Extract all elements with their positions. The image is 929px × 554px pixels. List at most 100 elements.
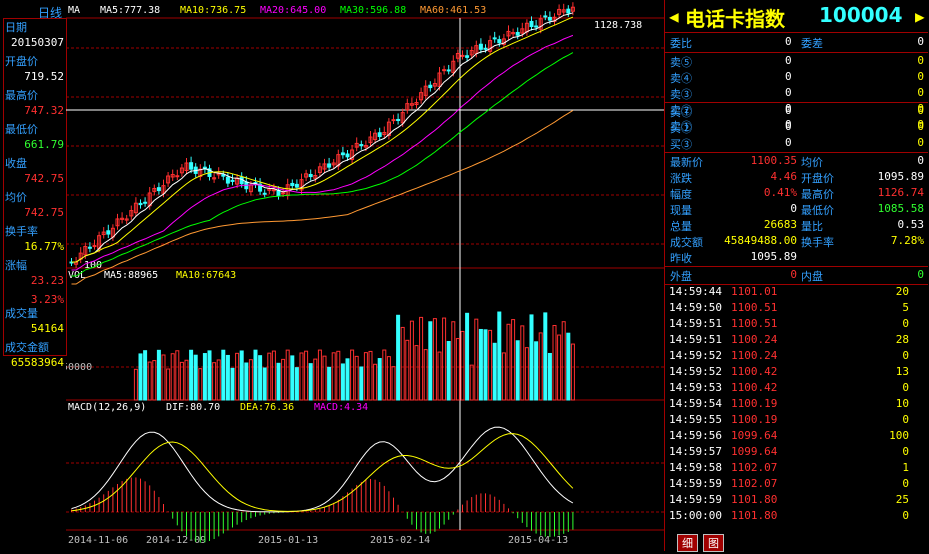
bid-row[interactable]: 买② 0 0 (665, 120, 928, 136)
ask-row[interactable]: 卖④ 0 0 (665, 70, 928, 86)
ask-row[interactable]: 卖③ 0 0 (665, 86, 928, 102)
prev-stock-arrow[interactable]: ◀ (669, 7, 679, 26)
candle (294, 183, 299, 188)
candle (345, 153, 350, 158)
tick-vol: 28 (895, 333, 909, 346)
bid-vol: 0 (917, 120, 924, 133)
volume-bar (506, 323, 511, 401)
volume-bar (156, 349, 161, 401)
stock-code: 100004 (819, 3, 903, 27)
volume-bar (437, 351, 442, 401)
tick-row[interactable]: 14:59:52 1100.24 0 (665, 349, 928, 365)
volume-bar (382, 349, 387, 401)
tick-vol: 0 (902, 509, 909, 522)
volume-bar (377, 358, 382, 401)
tick-vol: 1 (902, 461, 909, 474)
stat-label-2: 开盘价 (801, 172, 834, 185)
tick-vol: 0 (902, 477, 909, 490)
volume-bar (290, 355, 295, 401)
x-axis-label: 2015-02-14 (370, 535, 430, 546)
volume-bar (271, 350, 276, 401)
volume-bar (515, 340, 520, 401)
volume-bar (524, 347, 529, 401)
volume-bar (474, 318, 479, 401)
tick-row[interactable]: 14:59:50 1100.51 5 (665, 301, 928, 317)
quote-panel: ◀ 电话卡指数 100004 ▶ 委比 0 委差 0 卖⑤ 0 0 卖④ 0 0 卖③ 0 0 卖② 0 0 卖… (664, 0, 929, 552)
volume-bar (267, 352, 272, 401)
volume-bar (336, 350, 341, 401)
tick-vol: 0 (902, 349, 909, 362)
tick-row[interactable]: 14:59:57 1099.64 0 (665, 445, 928, 461)
volume-bar (175, 350, 180, 401)
ma10-line (71, 16, 574, 263)
candle (566, 8, 571, 14)
stock-name: 电话卡指数 (685, 7, 785, 31)
candle (138, 202, 143, 206)
volume-bar (212, 362, 217, 401)
legend-ma10: MA10:736.75 (180, 5, 246, 16)
inner-value: 0 (917, 268, 924, 281)
stat-value-2: 1085.58 (877, 202, 924, 215)
stat-value-2: 1126.74 (877, 186, 924, 199)
tab-chart[interactable]: 图 (703, 534, 724, 552)
volume-bar (322, 355, 327, 401)
ask-vol: 0 (917, 86, 924, 99)
volume-bar (253, 349, 258, 401)
stat-value-2: 7.28% (890, 234, 924, 247)
volume-bar (451, 321, 456, 401)
candle (359, 144, 364, 147)
candle (189, 162, 194, 170)
bid-row[interactable]: 买① 0 0 (665, 104, 928, 120)
weibi-value: 0 (785, 35, 792, 48)
ask-row[interactable]: 卖⑤ 0 0 (665, 54, 928, 70)
stat-label-2: 最高价 (801, 188, 834, 201)
tick-row[interactable]: 14:59:56 1099.64 100 (665, 429, 928, 445)
candle (465, 55, 470, 58)
next-stock-arrow[interactable]: ▶ (915, 7, 925, 26)
volume-bar (534, 341, 539, 401)
kline-chart-svg[interactable]: MA MA5:777.38 MA10:736.75 MA20:645.00 MA30:5… (32, 0, 664, 551)
volume-bar (497, 311, 502, 401)
legend-vma5: MA5:88965 (104, 270, 158, 281)
volume-bar (166, 368, 171, 401)
volume-bar (492, 342, 497, 401)
tick-row[interactable]: 14:59:54 1100.19 10 (665, 397, 928, 413)
volume-bar (133, 368, 138, 401)
volume-bar (207, 350, 212, 401)
tick-row[interactable]: 14:59:51 1100.51 0 (665, 317, 928, 333)
candle (460, 54, 465, 57)
tick-row[interactable]: 14:59:58 1102.07 1 (665, 461, 928, 477)
tick-row[interactable]: 14:59:59 1101.80 25 (665, 493, 928, 509)
tick-row[interactable]: 15:00:00 1101.80 0 (665, 509, 928, 525)
volume-bar (216, 359, 221, 401)
tick-row[interactable]: 14:59:53 1100.42 0 (665, 381, 928, 397)
tick-row[interactable]: 14:59:55 1100.19 0 (665, 413, 928, 429)
weibi-label: 委比 (670, 37, 692, 50)
candle (442, 69, 447, 72)
stat-value-2: 0 (917, 154, 924, 167)
volume-bar (262, 367, 267, 401)
volume-bar (557, 334, 562, 401)
separator (665, 32, 928, 33)
tick-vol: 25 (895, 493, 909, 506)
tick-row[interactable]: 14:59:52 1100.42 13 (665, 365, 928, 381)
chart-area[interactable]: MA MA5:777.38 MA10:736.75 MA20:645.00 MA30:5… (32, 0, 664, 551)
volume-bar (501, 352, 506, 401)
volume-bar (189, 349, 194, 401)
bid-row[interactable]: 买③ 0 0 (665, 136, 928, 152)
tick-vol: 100 (889, 429, 909, 442)
stat-row: 总量 26683 量比 0.53 (665, 218, 928, 234)
tick-row[interactable]: 14:59:44 1101.01 20 (665, 285, 928, 301)
volume-bar (469, 364, 474, 401)
tick-row[interactable]: 14:59:51 1100.24 28 (665, 333, 928, 349)
tick-vol: 13 (895, 365, 909, 378)
tab-detail[interactable]: 细 (677, 534, 698, 552)
tick-row[interactable]: 14:59:59 1102.07 0 (665, 477, 928, 493)
outer-value: 0 (790, 268, 797, 281)
candle (92, 245, 97, 248)
volume-bar (511, 319, 516, 401)
candle (106, 230, 111, 235)
bid-price: 0 (785, 120, 792, 133)
tick-vol: 5 (902, 301, 909, 314)
volume-bar (147, 361, 152, 401)
